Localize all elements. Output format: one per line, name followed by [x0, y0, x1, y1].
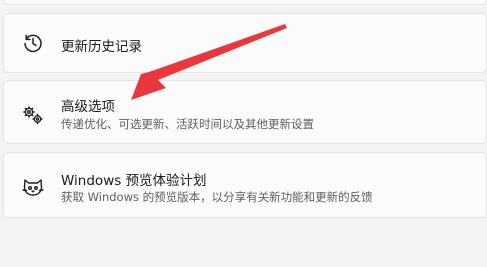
- history-icon: [24, 34, 42, 53]
- windows-insider-description: 获取 Windows 的预览版本，以分享有关新功能和更新的反馈: [61, 190, 373, 204]
- advanced-options-title: 高级选项: [61, 99, 115, 115]
- windows-insider-title: Windows 预览体验计划: [61, 173, 207, 189]
- update-history-title: 更新历史记录: [61, 39, 142, 55]
- windows-insider-item[interactable]: Windows 预览体验计划 获取 Windows 的预览版本，以分享有关新功能…: [3, 152, 487, 218]
- update-history-item[interactable]: 更新历史记录: [3, 13, 487, 73]
- advanced-options-description: 传递优化、可选更新、活跃时间以及其他更新设置: [61, 117, 314, 131]
- insider-cat-icon: [22, 179, 44, 196]
- gears-icon: [23, 106, 43, 125]
- settings-card-partial: [3, 0, 487, 5]
- advanced-options-item[interactable]: 高级选项 传递优化、可选更新、活跃时间以及其他更新设置: [3, 80, 487, 144]
